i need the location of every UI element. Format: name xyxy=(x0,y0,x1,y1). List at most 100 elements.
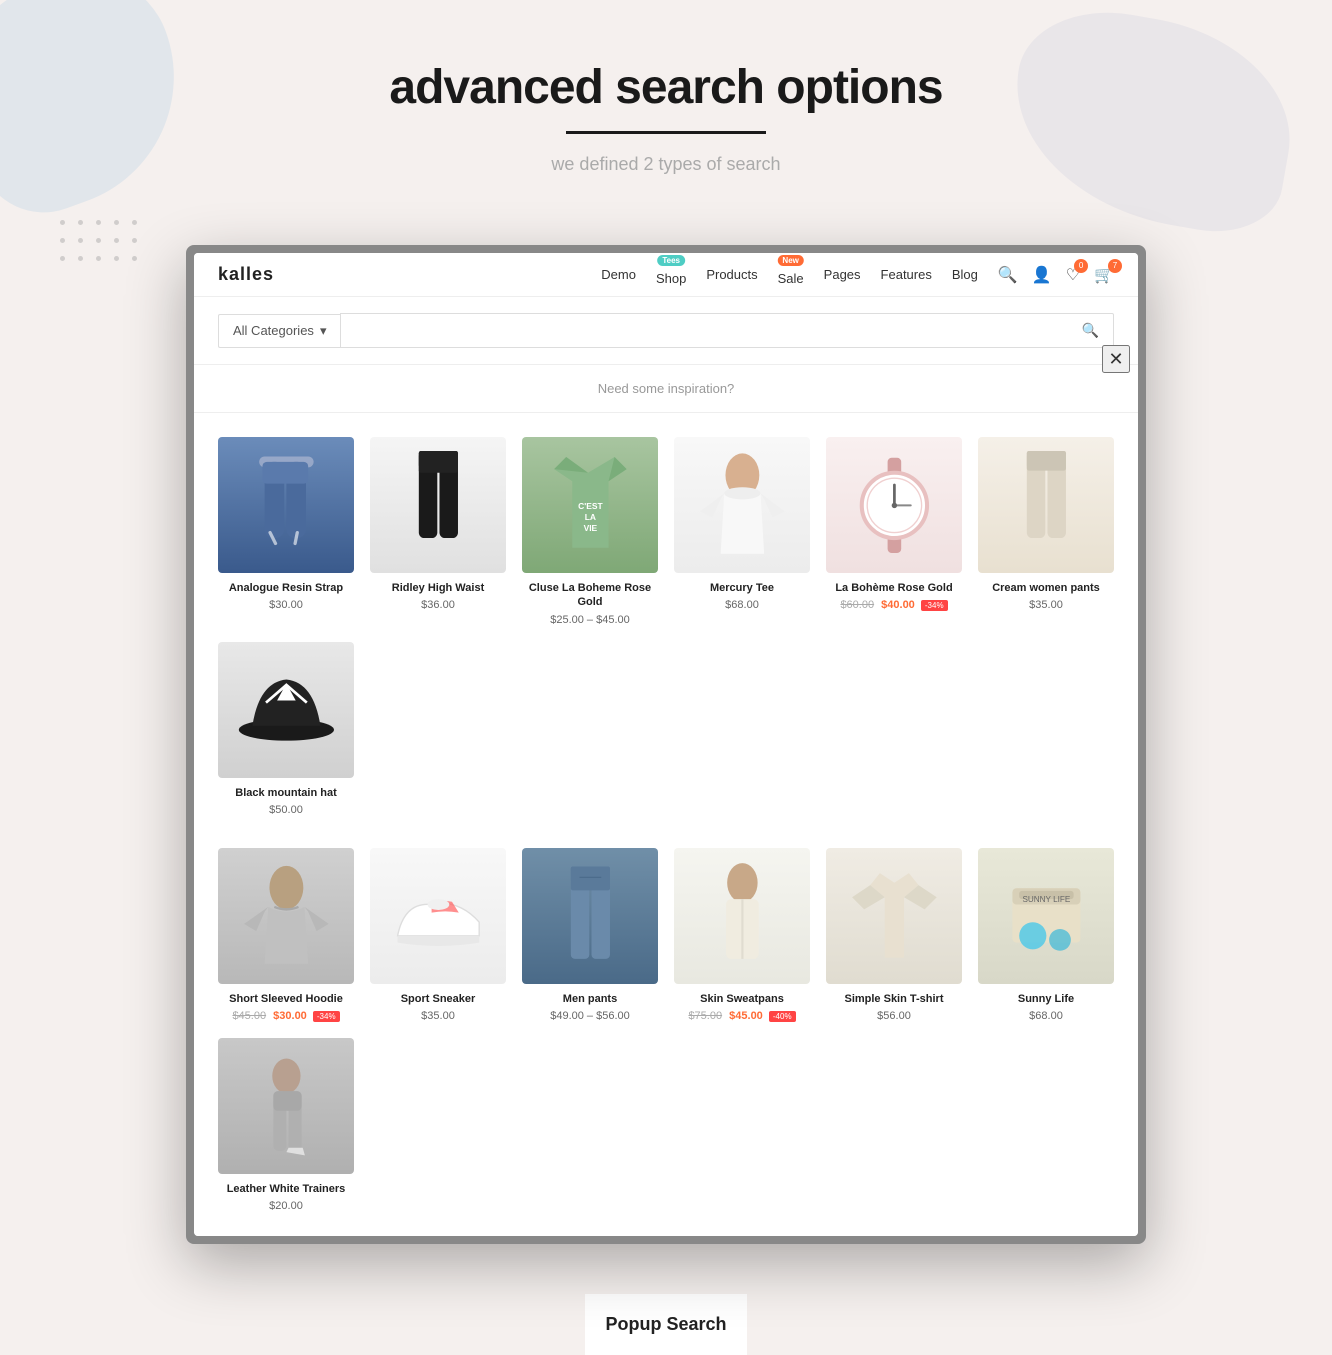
product-price-14: $20.00 xyxy=(218,1200,354,1212)
product-card-6[interactable]: Cream women pants $35.00 xyxy=(970,429,1122,634)
product-name-4: Mercury Tee xyxy=(674,581,810,595)
product-image-1 xyxy=(218,437,354,573)
product-price-11: $75.00 $45.00 -40% xyxy=(674,1010,810,1022)
sale-price-11: $45.00 xyxy=(729,1010,763,1022)
product-name-3: Cluse La Boheme Rose Gold xyxy=(522,581,658,610)
products-grid-row2: Short Sleeved Hoodie $45.00 $30.00 -34% xyxy=(194,840,1138,1237)
product-image-5 xyxy=(826,437,962,573)
wishlist-count: 0 xyxy=(1074,259,1088,273)
product-price-8: $45.00 $30.00 -34% xyxy=(218,1010,354,1022)
nav-item-blog[interactable]: Blog xyxy=(952,267,978,282)
original-price-8: $45.00 xyxy=(232,1010,266,1022)
header-section: advanced search options we defined 2 typ… xyxy=(0,0,1332,245)
product-name-6: Cream women pants xyxy=(978,581,1114,595)
navbar: kalles Demo Tees Shop Products New Sale … xyxy=(194,253,1138,297)
product-card-8[interactable]: Short Sleeved Hoodie $45.00 $30.00 -34% xyxy=(210,840,362,1030)
search-icon[interactable]: 🔍 xyxy=(998,265,1018,285)
discount-badge-8: -34% xyxy=(313,1011,340,1022)
svg-text:LA: LA xyxy=(584,511,595,521)
page-subtitle: we defined 2 types of search xyxy=(20,154,1312,175)
search-input[interactable] xyxy=(355,323,1081,338)
product-card-14[interactable]: Leather White Trainers $20.00 xyxy=(210,1030,362,1220)
product-image-13: SUNNY LIFE xyxy=(978,848,1114,984)
cart-count: 7 xyxy=(1108,259,1122,273)
product-image-7 xyxy=(218,642,354,778)
product-image-8 xyxy=(218,848,354,984)
product-price-6: $35.00 xyxy=(978,599,1114,611)
product-price-3: $25.00 – $45.00 xyxy=(522,614,658,626)
product-image-2 xyxy=(370,437,506,573)
sale-price-5: $40.00 xyxy=(881,599,915,611)
search-input-wrapper: 🔍 xyxy=(340,313,1114,348)
cart-icon[interactable]: 🛒 7 xyxy=(1094,265,1114,285)
wishlist-icon[interactable]: ♡ 0 xyxy=(1066,265,1080,285)
page-title: advanced search options xyxy=(20,60,1312,115)
product-name-9: Sport Sneaker xyxy=(370,992,506,1006)
svg-text:SUNNY LIFE: SUNNY LIFE xyxy=(1022,895,1070,904)
discount-badge-5: -34% xyxy=(921,600,948,611)
nav-icons: 🔍 👤 ♡ 0 🛒 7 xyxy=(998,265,1114,285)
product-image-4 xyxy=(674,437,810,573)
product-name-7: Black mountain hat xyxy=(218,786,354,800)
svg-text:VIE: VIE xyxy=(583,522,597,532)
product-name-11: Skin Sweatpans xyxy=(674,992,810,1006)
title-underline xyxy=(566,131,766,134)
browser-window: kalles Demo Tees Shop Products New Sale … xyxy=(186,245,1146,1244)
product-name-2: Ridley High Waist xyxy=(370,581,506,595)
nav-item-features[interactable]: Features xyxy=(881,267,932,282)
nav-links: Demo Tees Shop Products New Sale Pages F… xyxy=(601,263,978,286)
nav-item-shop[interactable]: Tees Shop xyxy=(656,263,686,286)
sale-badge: New xyxy=(777,255,803,266)
product-name-14: Leather White Trainers xyxy=(218,1182,354,1196)
product-price-10: $49.00 – $56.00 xyxy=(522,1010,658,1022)
search-modal: ✕ All Categories ▾ 🔍 Need some inspirati… xyxy=(194,297,1138,1236)
product-name-5: La Bohème Rose Gold xyxy=(826,581,962,595)
products-grid-row1: Analogue Resin Strap $30.00 Ridley High … xyxy=(194,413,1138,840)
chevron-down-icon: ▾ xyxy=(320,323,327,339)
bottom-label: Popup Search xyxy=(585,1294,746,1355)
product-price-13: $68.00 xyxy=(978,1010,1114,1022)
close-button[interactable]: ✕ xyxy=(1102,345,1130,373)
product-name-10: Men pants xyxy=(522,992,658,1006)
product-name-8: Short Sleeved Hoodie xyxy=(218,992,354,1006)
product-card-3[interactable]: C'EST LA VIE Cluse La Boheme Rose Gold $… xyxy=(514,429,666,634)
product-card-1[interactable]: Analogue Resin Strap $30.00 xyxy=(210,429,362,634)
svg-text:C'EST: C'EST xyxy=(578,501,603,511)
product-card-10[interactable]: Men pants $49.00 – $56.00 xyxy=(514,840,666,1030)
inspiration-text: Need some inspiration? xyxy=(194,365,1138,413)
category-label: All Categories xyxy=(233,323,314,338)
product-card-7[interactable]: Black mountain hat $50.00 xyxy=(210,634,362,824)
product-price-4: $68.00 xyxy=(674,599,810,611)
discount-badge-11: -40% xyxy=(769,1011,796,1022)
product-card-5[interactable]: La Bohème Rose Gold $60.00 $40.00 -34% xyxy=(818,429,970,634)
product-price-7: $50.00 xyxy=(218,804,354,816)
nav-item-sale[interactable]: New Sale xyxy=(778,263,804,286)
product-image-9 xyxy=(370,848,506,984)
product-image-12 xyxy=(826,848,962,984)
product-price-9: $35.00 xyxy=(370,1010,506,1022)
product-name-12: Simple Skin T-shirt xyxy=(826,992,962,1006)
search-bar-container: All Categories ▾ 🔍 xyxy=(194,297,1138,365)
nav-item-pages[interactable]: Pages xyxy=(824,267,861,282)
original-price-5: $60.00 xyxy=(840,599,874,611)
product-card-2[interactable]: Ridley High Waist $36.00 xyxy=(362,429,514,634)
product-image-11 xyxy=(674,848,810,984)
product-card-13[interactable]: SUNNY LIFE Sunny Life $68.00 xyxy=(970,840,1122,1030)
product-price-5: $60.00 $40.00 -34% xyxy=(826,599,962,611)
original-price-11: $75.00 xyxy=(688,1010,722,1022)
search-submit-icon[interactable]: 🔍 xyxy=(1082,322,1099,339)
shop-badge: Tees xyxy=(657,255,685,266)
product-card-9[interactable]: Sport Sneaker $35.00 xyxy=(362,840,514,1030)
sale-price-8: $30.00 xyxy=(273,1010,307,1022)
browser-inner: kalles Demo Tees Shop Products New Sale … xyxy=(194,253,1138,1236)
product-card-12[interactable]: Simple Skin T-shirt $56.00 xyxy=(818,840,970,1030)
product-card-4[interactable]: Mercury Tee $68.00 xyxy=(666,429,818,634)
category-select[interactable]: All Categories ▾ xyxy=(218,314,340,348)
logo[interactable]: kalles xyxy=(218,264,274,285)
product-image-10 xyxy=(522,848,658,984)
product-card-11[interactable]: Skin Sweatpans $75.00 $45.00 -40% xyxy=(666,840,818,1030)
product-price-2: $36.00 xyxy=(370,599,506,611)
user-icon[interactable]: 👤 xyxy=(1032,265,1052,285)
nav-item-demo[interactable]: Demo xyxy=(601,267,636,282)
nav-item-products[interactable]: Products xyxy=(706,267,757,282)
